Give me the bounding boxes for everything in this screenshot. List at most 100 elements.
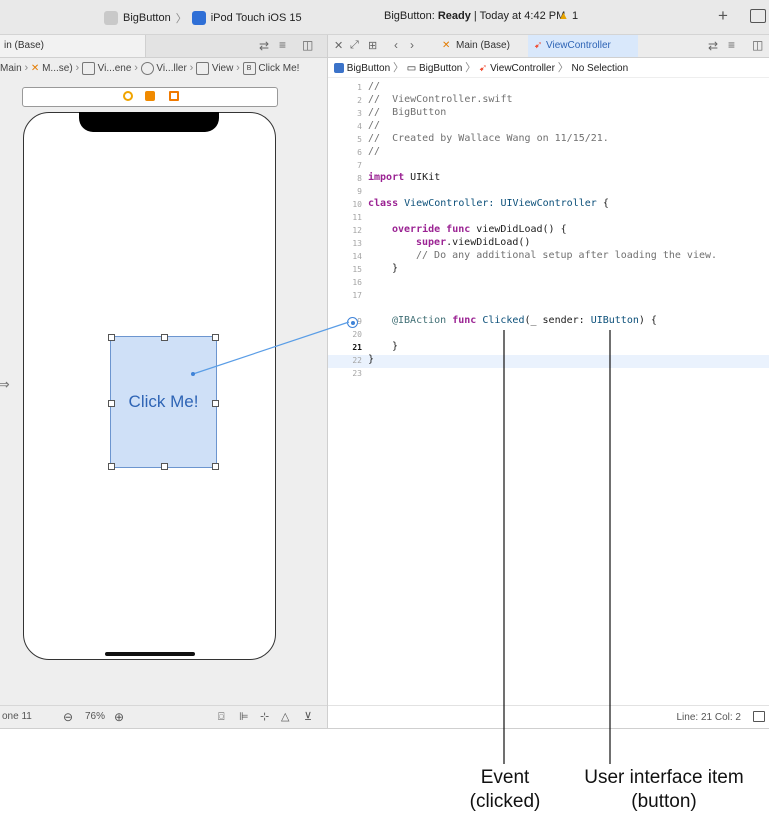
jump-storyboard[interactable]: M...se) [42, 63, 73, 74]
lines-icon[interactable]: ≡ [728, 38, 735, 52]
add-editor-icon[interactable]: ◫ [752, 38, 763, 52]
left-jump-bar[interactable]: Main › ✕ M...se) › Vi...ene › Vi...ller … [0, 58, 327, 78]
back-icon[interactable]: ‹ [394, 38, 398, 52]
code-text: .viewDidLoad() [446, 237, 531, 248]
current-line-highlight [328, 355, 769, 368]
add-library-button[interactable]: + [718, 6, 728, 26]
activity-status: BigButton: Ready | Today at 4:42 PM [384, 10, 565, 22]
status-prefix: BigButton: [384, 10, 435, 22]
jump-selection[interactable]: No Selection [571, 63, 628, 74]
resize-handle[interactable] [108, 400, 115, 407]
click-me-button[interactable]: Click Me! [108, 334, 219, 470]
add-editor-icon[interactable]: ◫ [302, 38, 313, 52]
grid-icon[interactable]: ⊞ [368, 39, 377, 52]
status-state: Ready [437, 10, 471, 22]
code-comment: // Do any additional setup after loading… [416, 250, 718, 261]
close-icon[interactable]: ✕ [334, 39, 343, 52]
line-number: 5 [357, 135, 362, 144]
chevron-right-icon: 〉 [175, 13, 187, 25]
line-number: 14 [352, 252, 362, 261]
code-line: // [368, 81, 381, 92]
jump-view-controller[interactable]: Vi...ller [156, 63, 186, 74]
code-text: (_ sender: [524, 315, 585, 326]
code-line-import: import UIKit [368, 172, 440, 183]
code-line-ibaction: @IBAction func Clicked(_ sender: UIButto… [392, 315, 657, 326]
left-tab-bar: in (Base) ⇄ ≡ ◫ [0, 35, 327, 58]
jump-view[interactable]: View [212, 63, 234, 74]
scene-icon [81, 61, 95, 75]
jump-project[interactable]: BigButton [347, 63, 390, 74]
exit-icon[interactable] [169, 91, 179, 101]
jump-main[interactable]: Main [0, 63, 22, 74]
function-name: Clicked [476, 315, 525, 326]
chevron-right-icon: › [134, 62, 138, 74]
add-constraints-icon[interactable]: ⊹ [260, 706, 269, 728]
chevron-right-icon: › [24, 62, 29, 74]
view-controller-icon [140, 61, 154, 75]
jump-button[interactable]: Click Me! [258, 63, 299, 74]
line-number: 17 [352, 291, 362, 300]
debug-area-toggle-icon[interactable] [753, 711, 765, 722]
update-frames-icon[interactable]: ⌼ [218, 706, 225, 728]
resize-handle[interactable] [161, 463, 168, 470]
view-controller-icon[interactable] [123, 91, 133, 101]
device-label[interactable]: one 11 [2, 706, 32, 728]
tab-main-base[interactable]: ✕ Main (Base) [440, 35, 510, 57]
keyword: class [368, 198, 399, 209]
line-number: 8 [357, 174, 362, 183]
zoom-in-icon[interactable]: ⊕ [114, 706, 124, 728]
first-responder-icon[interactable] [145, 91, 155, 101]
embed-icon[interactable]: ⊻ [304, 706, 312, 728]
jump-group[interactable]: BigButton [419, 63, 462, 74]
resize-handle[interactable] [108, 463, 115, 470]
lines-icon[interactable]: ≡ [279, 38, 286, 52]
inspector-toggle-icon[interactable] [750, 9, 766, 23]
code-text: ) { [638, 315, 657, 326]
scheme-selector[interactable]: BigButton 〉 iPod Touch iOS 15 [104, 10, 302, 26]
resolve-issues-icon[interactable]: △ [281, 706, 289, 728]
scene-dock [22, 87, 278, 107]
jump-file[interactable]: ViewController [490, 63, 555, 74]
status-time: | Today at 4:42 PM [473, 10, 566, 22]
code-line-class: class ViewController: UIViewController { [368, 198, 609, 209]
device-icon [191, 11, 206, 25]
resize-handle[interactable] [212, 334, 219, 341]
scheme-device: iPod Touch iOS 15 [210, 12, 302, 24]
resize-handle[interactable] [212, 463, 219, 470]
expand-icon[interactable]: ⤢ [350, 39, 359, 52]
forward-icon[interactable]: › [410, 38, 414, 52]
line-col-indicator: Line: 21 Col: 2 [676, 712, 742, 723]
code-line-override: override func viewDidLoad() { [392, 224, 567, 235]
warning-indicator[interactable]: ▲ 1 [558, 10, 578, 22]
line-number: 20 [352, 330, 362, 339]
editor-jump-bar[interactable]: BigButton 〉 ▭ BigButton 〉 ➹ ViewControll… [328, 58, 769, 78]
swap-arrows-icon[interactable]: ⇄ [259, 39, 269, 53]
resize-handle[interactable] [108, 334, 115, 341]
code-line: // Created by Wallace Wang on 11/15/21. [368, 133, 609, 144]
storyboard-icon: ✕ [442, 40, 451, 51]
chevron-right-icon: 〉 [465, 62, 477, 74]
chevron-right-icon: › [236, 62, 240, 74]
resize-handle[interactable] [161, 334, 168, 341]
folder-icon: ▭ [406, 63, 417, 74]
keyword: import [368, 172, 405, 183]
line-number: 10 [352, 200, 362, 209]
jump-scene[interactable]: Vi...ene [98, 63, 132, 74]
tab-label: ViewController [546, 40, 611, 51]
tab-viewcontroller[interactable]: ➹ ViewController [528, 35, 638, 57]
tab-main-storyboard[interactable]: in (Base) [0, 35, 146, 57]
assistant-editor-pane: ✕ ⤢ ⊞ ‹ › ✕ Main (Base) ➹ ViewController… [328, 35, 769, 728]
code-line-super: super.viewDidLoad() [416, 237, 530, 248]
button-title: Click Me! [128, 392, 199, 411]
align-icon[interactable]: ⊫ [239, 706, 249, 728]
device-notch [79, 112, 219, 132]
keyword: func [446, 315, 477, 326]
editor-tab-bar: ✕ ⤢ ⊞ ‹ › ✕ Main (Base) ➹ ViewController… [328, 35, 769, 58]
swap-arrows-icon[interactable]: ⇄ [708, 39, 718, 53]
resize-handle[interactable] [212, 400, 219, 407]
line-number: 3 [357, 109, 362, 118]
zoom-out-icon[interactable]: ⊖ [63, 706, 73, 728]
code-line: } [392, 263, 399, 274]
entry-point-arrow-icon: ⇒ [0, 376, 10, 393]
chevron-right-icon: › [75, 62, 80, 74]
